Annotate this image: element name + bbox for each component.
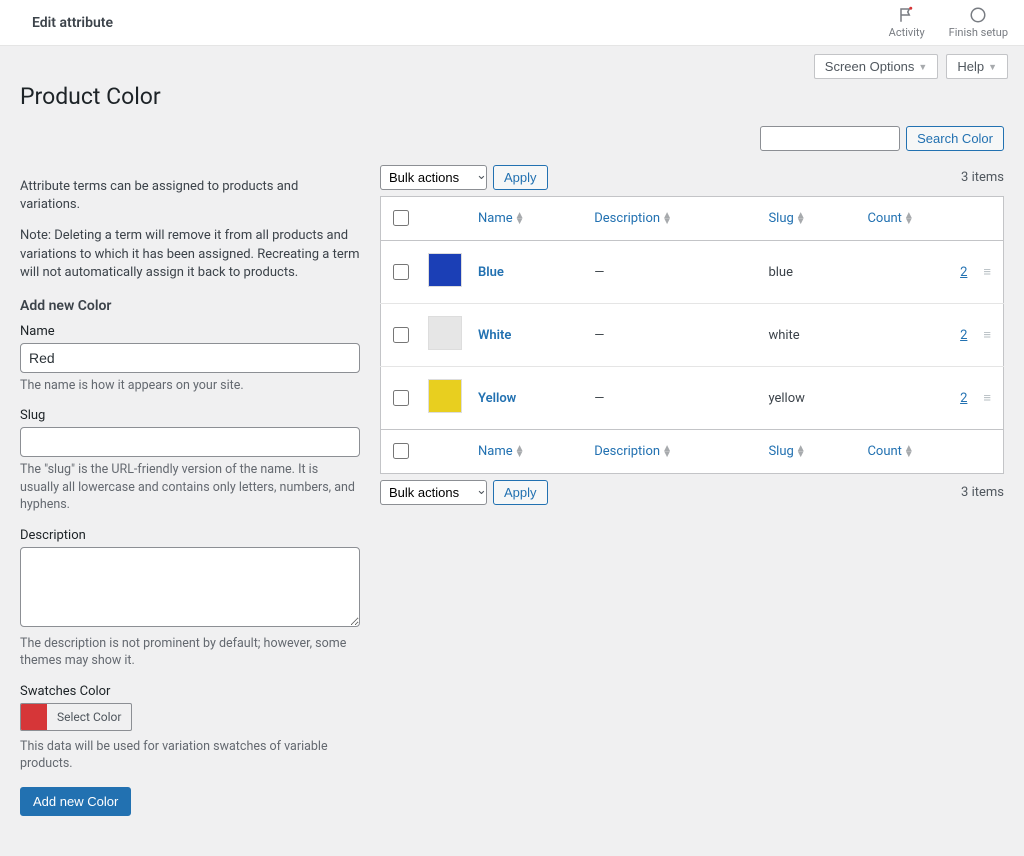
column-header-count[interactable]: Count▲▼	[859, 197, 975, 241]
sort-icon: ▲▼	[515, 446, 525, 458]
page-breadcrumb: Edit attribute	[32, 15, 113, 31]
column-header-description[interactable]: Description▲▼	[586, 197, 760, 241]
swatch-select-label: Select Color	[47, 710, 131, 724]
apply-button-top[interactable]: Apply	[493, 165, 548, 190]
item-count-bottom: 3 items	[961, 485, 1004, 500]
term-description: —	[586, 304, 760, 367]
terms-table: Name▲▼ Description▲▼ Slug▲▼ Count▲▼ Blue…	[380, 196, 1004, 474]
screen-options-label: Screen Options	[825, 59, 915, 74]
intro-text: Attribute terms can be assigned to produ…	[20, 178, 360, 214]
sort-icon: ▲▼	[904, 213, 914, 225]
name-field-label: Name	[20, 324, 360, 339]
add-term-panel: Attribute terms can be assigned to produ…	[20, 165, 360, 816]
term-count-link[interactable]: 2	[960, 265, 967, 280]
topbar-actions: Activity Finish setup	[889, 6, 1008, 39]
term-count-link[interactable]: 2	[960, 328, 967, 343]
circle-icon	[969, 6, 987, 24]
table-row: White —white 2 ≡	[381, 304, 1004, 367]
item-count-top: 3 items	[961, 170, 1004, 185]
help-label: Help	[957, 59, 984, 74]
term-slug: yellow	[760, 367, 859, 430]
table-row: Blue —blue 2 ≡	[381, 241, 1004, 304]
screen-options-tab[interactable]: Screen Options ▼	[814, 54, 939, 79]
finish-setup-label: Finish setup	[949, 26, 1008, 39]
slug-input[interactable]	[20, 427, 360, 457]
sort-icon: ▲▼	[662, 213, 672, 225]
term-name-link[interactable]: White	[478, 328, 511, 343]
row-checkbox[interactable]	[393, 390, 409, 406]
select-all-checkbox-bottom[interactable]	[393, 443, 409, 459]
row-checkbox[interactable]	[393, 264, 409, 280]
drag-handle-icon[interactable]: ≡	[975, 304, 1003, 367]
table-row: Yellow —yellow 2 ≡	[381, 367, 1004, 430]
chevron-down-icon: ▼	[918, 62, 927, 72]
bulk-actions-select-bottom[interactable]: Bulk actions	[380, 480, 487, 505]
column-footer-slug[interactable]: Slug▲▼	[760, 430, 859, 474]
description-input[interactable]	[20, 547, 360, 627]
swatch-help: This data will be used for variation swa…	[20, 738, 360, 773]
term-count-link[interactable]: 2	[960, 391, 967, 406]
name-input[interactable]	[20, 343, 360, 373]
swatch-chip	[21, 704, 47, 730]
column-header-slug[interactable]: Slug▲▼	[760, 197, 859, 241]
activity-button[interactable]: Activity	[889, 6, 925, 39]
tablenav-bottom: Bulk actions Apply 3 items	[380, 480, 1004, 505]
apply-button-bottom[interactable]: Apply	[493, 480, 548, 505]
search-input[interactable]	[760, 126, 900, 151]
swatch-field-label: Swatches Color	[20, 684, 360, 699]
screen-tabs: Screen Options ▼ Help ▼	[0, 46, 1024, 79]
swatch-preview	[428, 316, 462, 350]
column-footer-name[interactable]: Name▲▼	[470, 430, 586, 474]
terms-list-panel: Bulk actions Apply 3 items Name▲▼ Descri…	[380, 165, 1004, 511]
sort-icon: ▲▼	[515, 213, 525, 225]
sort-icon: ▲▼	[904, 446, 914, 458]
bulk-actions-select-top[interactable]: Bulk actions	[380, 165, 487, 190]
page-title: Product Color	[20, 83, 1004, 110]
drag-handle-icon[interactable]: ≡	[975, 241, 1003, 304]
name-help: The name is how it appears on your site.	[20, 377, 360, 395]
term-description: —	[586, 367, 760, 430]
row-checkbox[interactable]	[393, 327, 409, 343]
help-tab[interactable]: Help ▼	[946, 54, 1008, 79]
swatch-color-picker[interactable]: Select Color	[20, 703, 132, 731]
activity-label: Activity	[889, 26, 925, 39]
chevron-down-icon: ▼	[988, 62, 997, 72]
swatch-preview	[428, 379, 462, 413]
top-bar: Edit attribute Activity Finish setup	[0, 0, 1024, 46]
description-help: The description is not prominent by defa…	[20, 635, 360, 670]
sort-icon: ▲▼	[796, 446, 806, 458]
drag-handle-icon[interactable]: ≡	[975, 367, 1003, 430]
column-header-name[interactable]: Name▲▼	[470, 197, 586, 241]
column-footer-description[interactable]: Description▲▼	[586, 430, 760, 474]
sort-icon: ▲▼	[662, 446, 672, 458]
search-row: Search Color	[20, 126, 1004, 151]
flag-icon	[898, 6, 916, 24]
term-name-link[interactable]: Yellow	[478, 391, 516, 406]
description-field-label: Description	[20, 528, 360, 543]
term-slug: blue	[760, 241, 859, 304]
search-button[interactable]: Search Color	[906, 126, 1004, 151]
select-all-checkbox-top[interactable]	[393, 210, 409, 226]
slug-field-label: Slug	[20, 408, 360, 423]
tablenav-top: Bulk actions Apply 3 items	[380, 165, 1004, 190]
slug-help: The "slug" is the URL-friendly version o…	[20, 461, 360, 514]
finish-setup-button[interactable]: Finish setup	[949, 6, 1008, 39]
term-description: —	[586, 241, 760, 304]
term-name-link[interactable]: Blue	[478, 265, 504, 280]
sort-icon: ▲▼	[796, 213, 806, 225]
swatch-preview	[428, 253, 462, 287]
term-slug: white	[760, 304, 859, 367]
add-new-heading: Add new Color	[20, 298, 360, 314]
column-footer-count[interactable]: Count▲▼	[859, 430, 975, 474]
note-text: Note: Deleting a term will remove it fro…	[20, 227, 360, 282]
add-new-color-button[interactable]: Add new Color	[20, 787, 131, 816]
